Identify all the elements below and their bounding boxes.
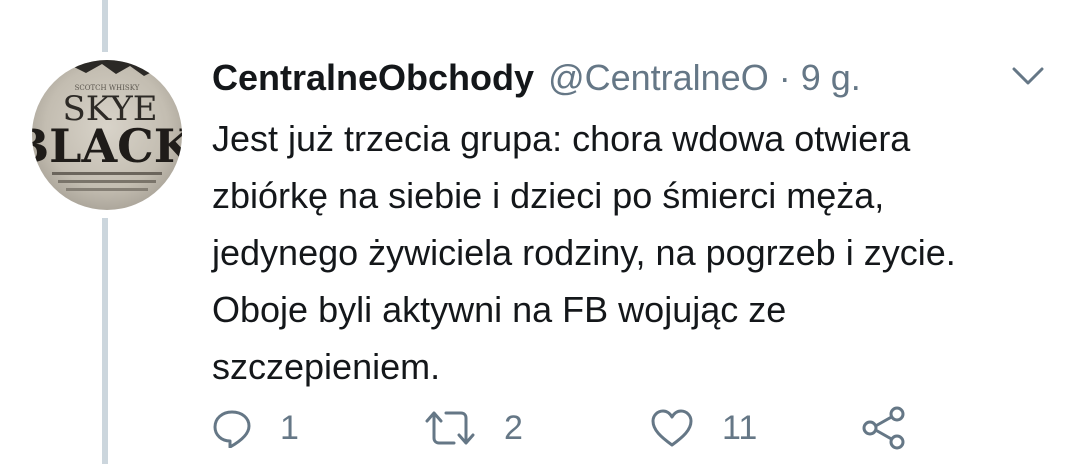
avatar-image: SCOTCH WHISKY SKYE BLACK (32, 60, 182, 191)
tweet-header: CentralneObchody @CentralneO · 9 g. (212, 56, 861, 100)
tweet-text-line: szczepieniem. (212, 346, 441, 387)
thread-line-top (102, 0, 108, 52)
reply-count: 1 (280, 408, 299, 447)
avatar-text-black: BLACK (32, 119, 182, 173)
user-handle[interactable]: @CentralneO (548, 57, 769, 99)
chevron-down-icon[interactable] (1010, 64, 1046, 88)
retweet-count: 2 (504, 408, 523, 447)
like-button[interactable]: 11 (650, 400, 757, 456)
header-separator: · (778, 57, 791, 98)
reply-icon (213, 410, 251, 448)
retweet-button[interactable]: 2 (424, 400, 523, 456)
reply-button[interactable]: 1 (212, 400, 299, 456)
tweet-text-line: zbiórkę na siebie i dzieci po śmierci mę… (212, 175, 885, 216)
tweet-actions: 1 2 11 (212, 400, 932, 456)
tweet-text: Jest już trzecia grupa: chora wdowa otwi… (212, 110, 1062, 395)
share-icon (862, 406, 905, 450)
share-button[interactable] (860, 400, 908, 456)
heart-icon (651, 409, 693, 447)
timestamp[interactable]: 9 g. (801, 57, 861, 99)
avatar[interactable]: SCOTCH WHISKY SKYE BLACK (32, 60, 182, 210)
display-name[interactable]: CentralneObchody (212, 57, 534, 99)
thread-line-bottom (102, 218, 108, 464)
like-count: 11 (722, 408, 758, 447)
tweet-text-line: Oboje byli aktywni na FB wojując ze (212, 289, 787, 330)
tweet-text-line: Jest już trzecia grupa: chora wdowa otwi… (212, 118, 911, 159)
retweet-icon (425, 411, 475, 445)
tweet-text-line: jedynego żywiciela rodziny, na pogrzeb i… (212, 232, 956, 273)
